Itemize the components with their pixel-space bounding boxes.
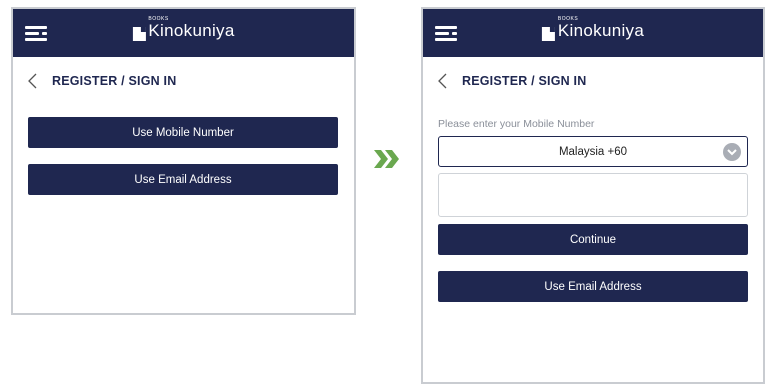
menu-icon[interactable] (435, 26, 457, 42)
continue-button[interactable]: Continue (438, 224, 748, 255)
country-code-value: Malaysia +60 (558, 145, 628, 158)
page-title: REGISTER / SIGN IN (52, 74, 177, 88)
logo-books-label: BOOKS (148, 16, 169, 22)
back-icon[interactable] (437, 73, 449, 89)
title-bar: REGISTER / SIGN IN (13, 57, 354, 105)
country-code-select[interactable]: Malaysia +60 (438, 136, 748, 167)
use-email-address-button[interactable]: Use Email Address (28, 164, 338, 195)
kinokuniya-logo: BOOKS Kinokuniya (132, 16, 235, 41)
screen-register-options: BOOKS Kinokuniya REGISTER / SIGN IN Use … (11, 7, 356, 315)
double-arrow-icon (374, 150, 399, 168)
logo-mark-icon (541, 27, 555, 41)
use-email-address-button[interactable]: Use Email Address (438, 271, 748, 302)
menu-icon[interactable] (25, 26, 47, 42)
use-mobile-number-button[interactable]: Use Mobile Number (28, 117, 338, 148)
screen-mobile-entry: BOOKS Kinokuniya REGISTER / SIGN IN Plea… (421, 7, 765, 384)
logo-name: Kinokuniya (557, 21, 645, 40)
mobile-number-prompt: Please enter your Mobile Number (438, 118, 595, 130)
title-bar: REGISTER / SIGN IN (423, 57, 763, 105)
app-header: BOOKS Kinokuniya (13, 9, 354, 57)
app-header: BOOKS Kinokuniya (423, 9, 763, 57)
logo-name: Kinokuniya (148, 21, 235, 40)
kinokuniya-logo: BOOKS Kinokuniya (541, 16, 645, 41)
logo-books-label: BOOKS (557, 16, 579, 22)
page-title: REGISTER / SIGN IN (462, 74, 587, 88)
mobile-number-input[interactable] (438, 173, 748, 217)
chevron-down-icon[interactable] (723, 143, 741, 161)
logo-mark-icon (132, 27, 146, 41)
back-icon[interactable] (27, 73, 39, 89)
